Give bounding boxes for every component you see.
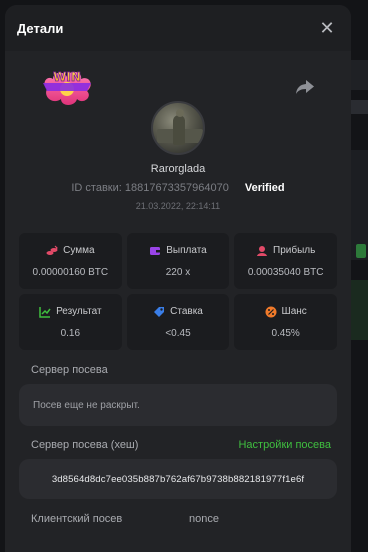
stat-label: Результат xyxy=(56,306,102,317)
close-icon: ✕ xyxy=(319,18,335,38)
modal-header: Детали ✕ xyxy=(5,5,351,51)
close-button[interactable]: ✕ xyxy=(317,18,337,38)
player-profile: Rarorglada ID ставки: 1881767335796407​0… xyxy=(17,101,339,211)
server-seed-label: Сервер посева xyxy=(31,364,108,376)
stat-profit: Прибыль 0.00035040 BTC xyxy=(234,233,337,289)
stat-value: 0.00035040 BTC xyxy=(247,266,324,278)
top-row: WIN xyxy=(17,51,339,107)
profit-icon xyxy=(257,245,267,256)
stat-label: Выплата xyxy=(166,245,207,256)
stats-grid: Сумма 0.00000160 BTC Выплата 220 x Прибы… xyxy=(17,233,339,350)
stat-value: 0.45% xyxy=(271,327,300,339)
stat-amount: Сумма 0.00000160 BTC xyxy=(19,233,122,289)
modal-body: WIN Rarorglada ID ставки: 18817673357964… xyxy=(5,51,351,552)
stat-chance: Шанс 0.45% xyxy=(234,294,337,350)
background-panel xyxy=(348,100,368,114)
server-seed-label-row: Сервер посева xyxy=(17,364,339,376)
client-seed-label: Клиентский посев xyxy=(31,513,123,525)
stat-result: Результат 0.16 xyxy=(19,294,122,350)
bet-details-modal: Детали ✕ WIN Rarorglada ID ставки: 18817… xyxy=(5,5,351,552)
stat-value: <0.45 xyxy=(165,327,191,339)
server-seed-hash-label: Сервер посева (хеш) xyxy=(31,439,139,451)
stat-value: 220 x xyxy=(165,266,191,278)
background-icon xyxy=(356,244,366,258)
modal-title: Детали xyxy=(17,20,64,36)
username[interactable]: Rarorglada xyxy=(17,163,339,175)
server-seed-field[interactable]: Посев еще не раскрыт. xyxy=(19,384,337,426)
stat-value: 0.00000160 BTC xyxy=(32,266,109,278)
stat-label: Шанс xyxy=(281,306,307,317)
bet-icon xyxy=(154,306,165,317)
client-seed-label-row: Клиентский посев nonce xyxy=(17,513,339,525)
background-panel xyxy=(348,280,368,340)
share-icon[interactable] xyxy=(295,79,315,95)
win-badge-text: WIN xyxy=(53,70,81,84)
background-panel xyxy=(348,60,368,90)
bet-id-row: ID ставки: 1881767335796407​0 Verified xyxy=(17,182,339,194)
stat-bet: Ставка <0.45 xyxy=(126,294,230,350)
server-seed-hash-label-row: Сервер посева (хеш) Настройки посева xyxy=(17,439,339,451)
percent-icon xyxy=(265,306,277,317)
result-icon xyxy=(39,306,51,318)
stat-label: Прибыль xyxy=(273,245,316,256)
seed-settings-link[interactable]: Настройки посева xyxy=(238,439,331,451)
coins-icon xyxy=(46,245,58,255)
stat-label: Сумма xyxy=(63,245,95,256)
stat-value: 0.16 xyxy=(60,327,81,339)
wallet-icon xyxy=(150,246,161,255)
stat-label: Ставка xyxy=(170,306,203,317)
win-badge-icon: WIN xyxy=(43,70,91,105)
avatar[interactable] xyxy=(151,101,205,155)
nonce-label: nonce xyxy=(189,513,219,525)
stat-payout: Выплата 220 x xyxy=(126,233,230,289)
bet-timestamp: 21.03.2022, 22:14:11 xyxy=(135,201,221,211)
bet-id: ID ставки: 1881767335796407​0 xyxy=(71,182,229,194)
server-seed-hash-field[interactable]: 3d8564d8dc7ee035b887b762af67b9738b882181… xyxy=(19,459,337,499)
verified-badge: Verified xyxy=(244,182,285,194)
